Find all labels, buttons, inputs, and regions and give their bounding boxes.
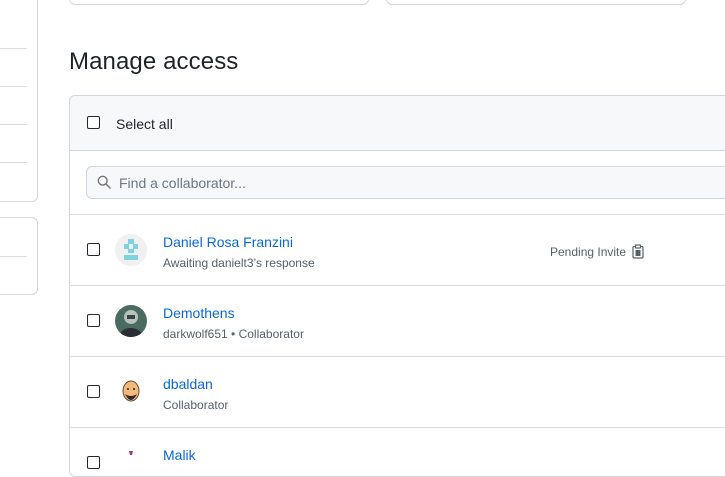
identicon-avatar	[115, 234, 147, 266]
select-all-label: Select all	[116, 116, 173, 132]
sidebar-nav-panel-secondary	[0, 217, 38, 295]
collaborator-row: Daniel Rosa Franzini Awaiting danielt3’s…	[70, 215, 725, 285]
photo-avatar	[115, 305, 147, 337]
collaborator-name-link[interactable]: Malik	[163, 447, 196, 463]
row-checkbox[interactable]	[87, 456, 100, 469]
panel-header: Select all	[70, 96, 725, 151]
row-checkbox[interactable]	[87, 314, 100, 327]
avatar	[115, 447, 147, 476]
top-card	[69, 0, 369, 5]
row-checkbox[interactable]	[87, 243, 100, 256]
cartoon-face-avatar	[115, 376, 147, 408]
collaborator-name-link[interactable]: dbaldan	[163, 376, 213, 392]
page-title: Manage access	[69, 48, 239, 75]
top-card	[386, 0, 686, 5]
collaborator-row: Demothens darkwolf651 • Collaborator	[70, 286, 725, 356]
sidebar-divider	[0, 48, 27, 49]
copy-clipboard-icon[interactable]	[632, 244, 644, 259]
pending-invite-status: Pending Invite	[550, 245, 627, 259]
search-input[interactable]	[117, 167, 721, 198]
sidebar-divider	[0, 162, 27, 163]
sidebar-divider	[0, 124, 27, 125]
collaborator-row: dbaldan Collaborator	[70, 357, 725, 427]
collaborator-subtitle: Collaborator	[163, 398, 229, 412]
collaborator-subtitle: Awaiting danielt3’s response	[163, 256, 315, 270]
collaborator-subtitle: darkwolf651 • Collaborator	[163, 327, 304, 341]
sidebar-divider	[0, 256, 27, 257]
collaborator-name-link[interactable]: Daniel Rosa Franzini	[163, 234, 293, 250]
sidebar-nav-panel	[0, 0, 38, 202]
search-field[interactable]	[86, 166, 725, 199]
collaborator-row: Malik	[70, 428, 725, 476]
sidebar-divider	[0, 86, 27, 87]
select-all-checkbox[interactable]	[87, 116, 100, 129]
collaborators-panel: Select all Daniel Rosa Franzini Awaiting…	[69, 95, 725, 477]
collaborator-name-link[interactable]: Demothens	[163, 305, 235, 321]
row-checkbox[interactable]	[87, 385, 100, 398]
search-icon	[97, 175, 111, 189]
